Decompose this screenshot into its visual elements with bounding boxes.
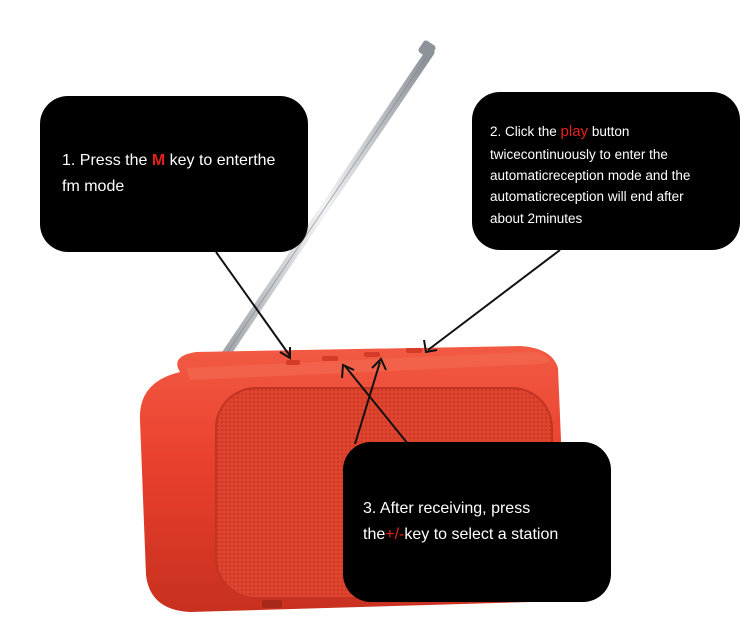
step3-text-line1: 3. After receiving, press	[363, 500, 531, 517]
step2-text-line4: automaticreception will end after	[490, 189, 684, 205]
step2-text-line2: twicecontinuously to enter the	[490, 146, 668, 162]
step1-text-line2: fm mode	[62, 177, 125, 195]
step1-text-suffix: key to enterthe	[165, 152, 276, 169]
step1-text-prefix: 1. Press the	[62, 152, 152, 169]
step2-text-suffix: button	[588, 124, 630, 139]
step1-key-m: M	[151, 152, 166, 169]
pointer-step1	[215, 251, 291, 357]
step3-text-suffix: key to select a station	[404, 526, 559, 544]
callout-step3: 3. After receiving, press the+/-key to s…	[343, 442, 611, 602]
step2-text-line3: automaticreception mode and the	[490, 168, 691, 184]
step2-text-line5: about 2minutes	[490, 210, 583, 226]
step3-key-plus-minus: +/-	[385, 526, 405, 544]
callout-step1: 1. Press the M key to enterthe fm mode	[40, 96, 308, 252]
step3-text-prefix: the	[363, 526, 386, 544]
step2-text-prefix: 2. Click the	[490, 124, 561, 139]
callout-step2: 2. Click the play button twicecontinuous…	[472, 92, 740, 250]
step2-key-play: play	[560, 123, 589, 140]
pointer-step2	[427, 249, 561, 351]
